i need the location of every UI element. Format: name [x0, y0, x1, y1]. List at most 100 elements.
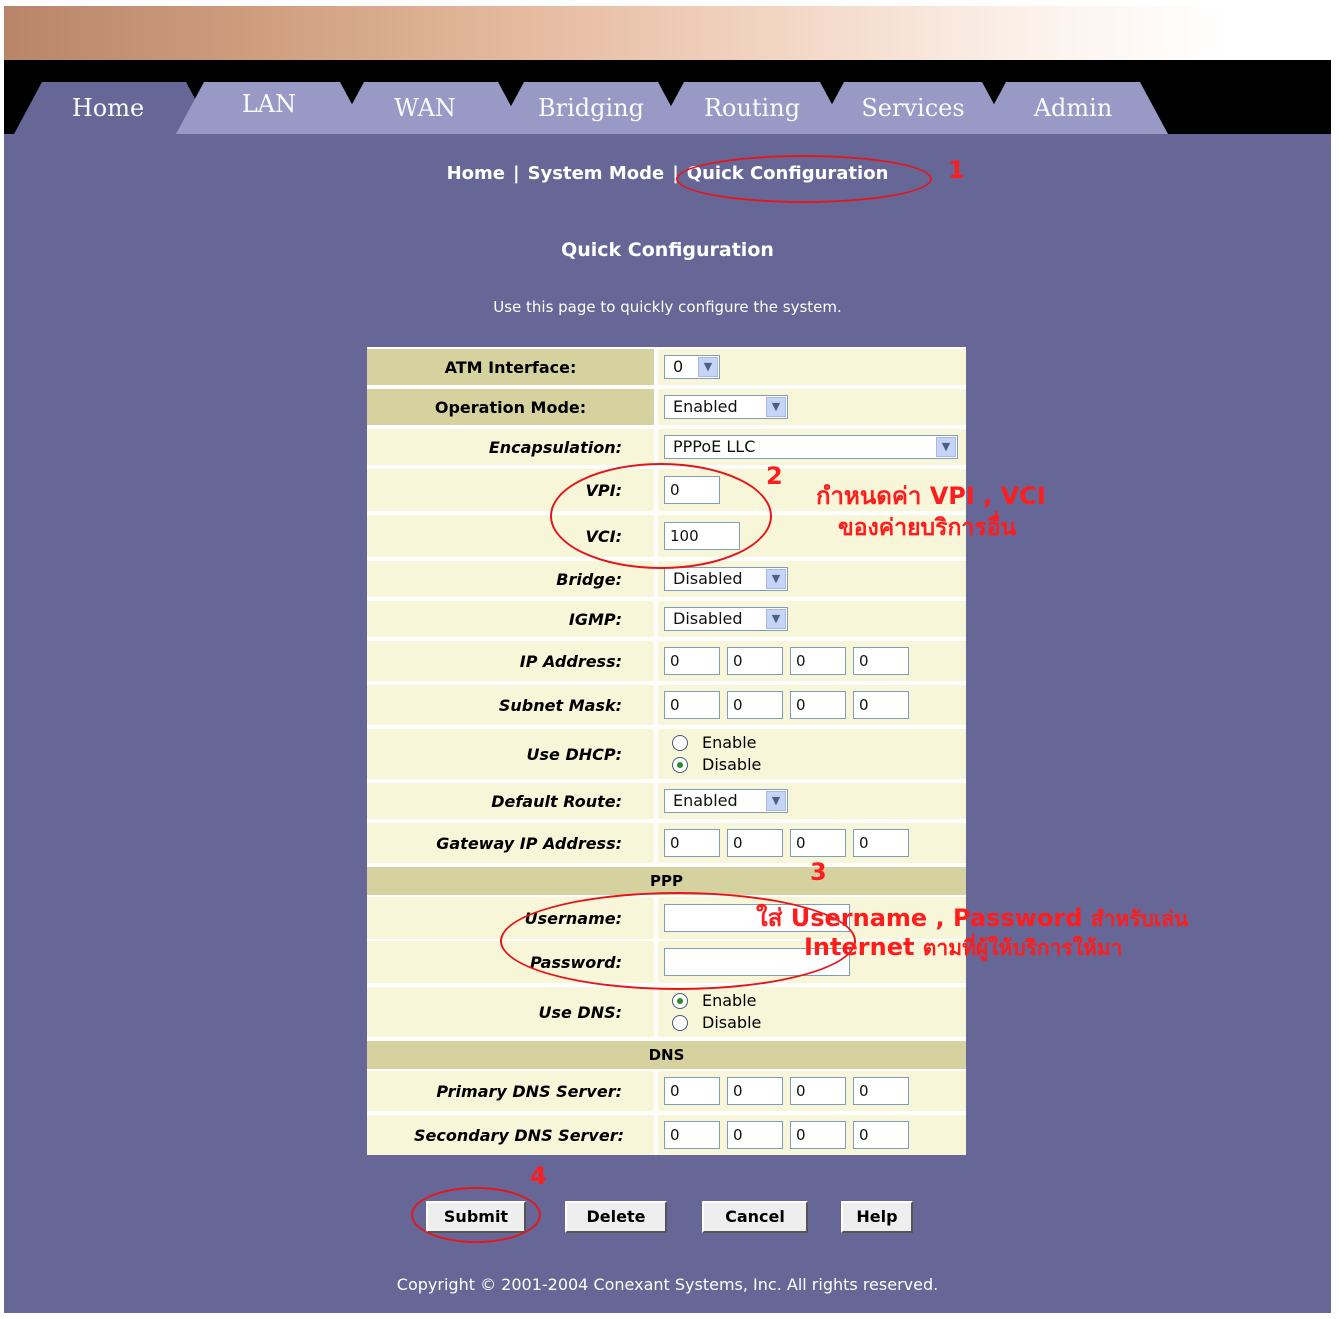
ip-address-octet-1[interactable]: 0: [664, 647, 720, 675]
bridge-row: Bridge: Disabled ▼: [367, 561, 966, 597]
ip-address-label: IP Address:: [367, 641, 654, 681]
ip-address-octet-4[interactable]: 0: [853, 647, 909, 675]
atm-interface-select[interactable]: 0 ▼: [664, 355, 720, 379]
quick-config-form: ATM Interface: 0 ▼ Operation Mode: Enable…: [367, 347, 966, 1155]
submit-button[interactable]: Submit: [426, 1201, 526, 1233]
secondary-dns-octet-2[interactable]: 0: [727, 1121, 783, 1149]
copyright-footer: Copyright © 2001-2004 Conexant Systems, …: [396, 1275, 939, 1294]
annotation-text-3b-en: Internet: [804, 933, 915, 961]
annotation-step-4: 4: [530, 1162, 547, 1190]
igmp-select[interactable]: Disabled ▼: [664, 607, 788, 631]
subnav-system-mode-link[interactable]: System Mode: [528, 163, 665, 184]
annotation-text-2a-en: VPI , VCI: [929, 482, 1046, 510]
help-button[interactable]: Help: [841, 1201, 913, 1233]
use-dns-label: Use DNS:: [367, 987, 654, 1037]
delete-button[interactable]: Delete: [565, 1201, 667, 1233]
subnav-home-link[interactable]: Home: [447, 163, 505, 184]
ip-address-row: IP Address: 0000: [367, 641, 966, 681]
default-route-label: Default Route:: [367, 783, 654, 819]
dhcp-enable-label: Enable: [702, 733, 757, 752]
subnet-mask-octet-1[interactable]: 0: [664, 691, 720, 719]
primary-dns-octet-2[interactable]: 0: [727, 1077, 783, 1105]
operation-mode-row: Operation Mode: Enabled ▼: [367, 389, 966, 425]
secondary-dns-octet-4[interactable]: 0: [853, 1121, 909, 1149]
operation-mode-label: Operation Mode:: [367, 389, 654, 425]
encapsulation-value: PPPoE LLC: [673, 437, 756, 456]
secondary-dns-octet-1[interactable]: 0: [664, 1121, 720, 1149]
ip-address-octet-2[interactable]: 0: [727, 647, 783, 675]
bridge-label: Bridge:: [367, 561, 654, 597]
cancel-button[interactable]: Cancel: [702, 1201, 808, 1233]
secondary-dns-octet-3[interactable]: 0: [790, 1121, 846, 1149]
chevron-down-icon: ▼: [936, 437, 956, 457]
tab-label: Admin: [1033, 94, 1113, 122]
dns-enable-radio[interactable]: Enable: [664, 990, 761, 1012]
radio-off-icon: [672, 735, 688, 751]
tab-lan[interactable]: LAN: [176, 82, 368, 134]
tab-routing[interactable]: Routing: [656, 82, 848, 134]
tab-bar: Home LAN WAN Bridging Routing Services A…: [4, 60, 1331, 134]
subnet-mask-octet-2[interactable]: 0: [727, 691, 783, 719]
radio-on-icon: [672, 757, 688, 773]
gateway-ip-label: Gateway IP Address:: [367, 823, 654, 863]
dns-disable-radio[interactable]: Disable: [664, 1012, 761, 1034]
operation-mode-value: Enabled: [673, 397, 738, 416]
annotation-step-2: 2: [766, 462, 783, 490]
tab-admin[interactable]: Admin: [978, 82, 1168, 134]
dns-section-header: DNS: [367, 1041, 966, 1069]
primary-dns-row: Primary DNS Server: 0000: [367, 1071, 966, 1111]
tab-services[interactable]: Services: [816, 82, 1010, 134]
chevron-down-icon: ▼: [766, 397, 786, 417]
dns-enable-label: Enable: [702, 991, 757, 1010]
atm-interface-label: ATM Interface:: [367, 349, 654, 385]
subnav-separator: |: [672, 163, 679, 184]
subnet-mask-row: Subnet Mask: 0000: [367, 685, 966, 725]
default-route-value: Enabled: [673, 791, 738, 810]
annotation-text-3b: Internet ตามที่ผู้ให้บริการให้มา: [804, 932, 1122, 965]
tab-label: Routing: [703, 94, 801, 122]
primary-dns-label: Primary DNS Server:: [367, 1071, 654, 1111]
atm-interface-row: ATM Interface: 0 ▼: [367, 349, 966, 385]
dns-disable-label: Disable: [702, 1013, 762, 1032]
bridge-select[interactable]: Disabled ▼: [664, 567, 788, 591]
vpi-input[interactable]: 0: [664, 476, 720, 504]
tab-bridging[interactable]: Bridging: [496, 82, 686, 134]
encapsulation-row: Encapsulation: PPPoE LLC ▼: [367, 429, 966, 465]
tab-wan[interactable]: WAN: [336, 82, 526, 134]
page-frame: Home LAN WAN Bridging Routing Services A…: [4, 6, 1331, 1313]
vci-label: VCI:: [367, 515, 654, 557]
primary-dns-octet-3[interactable]: 0: [790, 1077, 846, 1105]
primary-dns-octet-1[interactable]: 0: [664, 1077, 720, 1105]
dhcp-disable-radio[interactable]: Disable: [664, 754, 761, 776]
chevron-down-icon: ▼: [766, 609, 786, 629]
operation-mode-select[interactable]: Enabled ▼: [664, 395, 788, 419]
radio-on-icon: [672, 993, 688, 1009]
gateway-ip-octet-3[interactable]: 0: [790, 829, 846, 857]
igmp-row: IGMP: Disabled ▼: [367, 601, 966, 637]
username-label: Username:: [367, 897, 654, 939]
vpi-label: VPI:: [367, 469, 654, 511]
subnet-mask-octet-4[interactable]: 0: [853, 691, 909, 719]
encapsulation-label: Encapsulation:: [367, 429, 654, 465]
gateway-ip-octet-1[interactable]: 0: [664, 829, 720, 857]
radio-off-icon: [672, 1015, 688, 1031]
primary-dns-octet-4[interactable]: 0: [853, 1077, 909, 1105]
subnet-mask-octet-3[interactable]: 0: [790, 691, 846, 719]
gateway-ip-octet-4[interactable]: 0: [853, 829, 909, 857]
annotation-text-3b-thai: ตามที่ผู้ให้บริการให้มา: [922, 936, 1123, 960]
annotation-step-3: 3: [810, 858, 827, 886]
gateway-ip-octet-2[interactable]: 0: [727, 829, 783, 857]
encapsulation-select[interactable]: PPPoE LLC ▼: [664, 435, 958, 459]
page-description: Use this page to quickly configure the s…: [493, 298, 842, 316]
vci-input[interactable]: 100: [664, 522, 740, 550]
tab-label: Services: [861, 94, 965, 122]
ip-address-octet-3[interactable]: 0: [790, 647, 846, 675]
annotation-text-3a-en: Username , Password: [790, 904, 1083, 932]
subnav-separator: |: [513, 163, 520, 184]
annotation-text-2a-thai: กำหนดค่า: [816, 482, 922, 510]
dhcp-enable-radio[interactable]: Enable: [664, 732, 761, 754]
subnet-mask-label: Subnet Mask:: [367, 685, 654, 725]
dhcp-disable-label: Disable: [702, 755, 762, 774]
default-route-select[interactable]: Enabled ▼: [664, 789, 788, 813]
subnav-quick-configuration-link[interactable]: Quick Configuration: [687, 163, 889, 184]
